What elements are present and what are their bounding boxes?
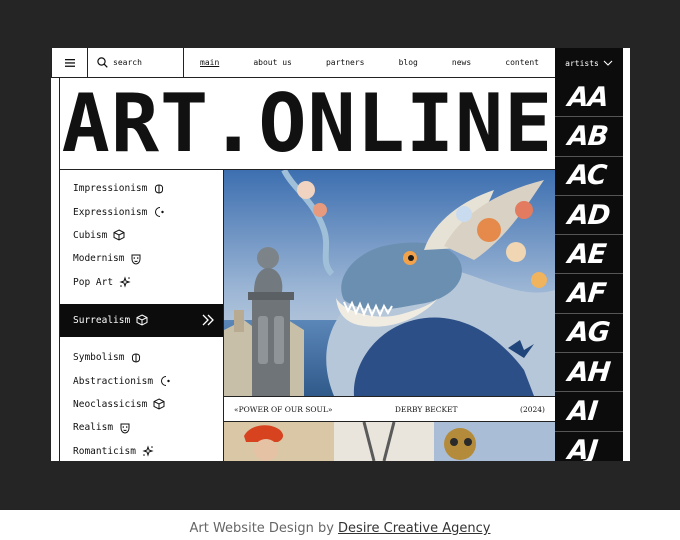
nav-partners[interactable]: partners	[326, 58, 365, 67]
style-item-symbolism[interactable]: Symbolism	[60, 346, 223, 369]
letter-label: AI	[566, 396, 599, 428]
style-item-surrealism[interactable]: Surrealism	[60, 303, 223, 337]
surreal-dragon-artwork	[224, 170, 555, 396]
chevron-down-icon	[603, 60, 613, 66]
letter-cell-ab[interactable]: AB	[555, 117, 623, 157]
search-placeholder[interactable]: search	[113, 58, 142, 67]
style-label-group: Surrealism	[73, 314, 148, 327]
style-label: Abstractionism	[73, 375, 154, 387]
credit-line: Art Website Design by Desire Creative Ag…	[0, 521, 680, 536]
style-label: Expressionism	[73, 206, 148, 218]
double-chevron-right-icon	[202, 314, 214, 326]
crescent-icon	[161, 376, 170, 387]
style-item-realism[interactable]: Realism	[60, 416, 223, 439]
style-item-cubism[interactable]: Cubism	[60, 224, 223, 247]
presentation-background: search main about us partners blog news …	[0, 0, 680, 510]
nav-blog[interactable]: blog	[399, 58, 418, 67]
nav-about-us[interactable]: about us	[253, 58, 292, 67]
style-label: Romanticism	[73, 445, 136, 457]
letter-label: AJ	[566, 435, 599, 461]
website-mockup: search main about us partners blog news …	[51, 48, 630, 461]
style-label: Impressionism	[73, 183, 148, 195]
styles-list: Impressionism Expressionism Cubism Moder…	[60, 177, 223, 461]
sparkle-icon	[119, 276, 131, 288]
main-nav: main about us partners blog news content	[184, 48, 555, 77]
credit-prefix: Art Website Design by	[189, 521, 334, 536]
hamburger-icon	[64, 58, 75, 67]
nav-news[interactable]: news	[452, 58, 471, 67]
cube-icon	[113, 229, 125, 242]
letter-cell-ae[interactable]: AE	[555, 235, 623, 275]
sparkle-icon	[142, 445, 154, 457]
artwork-artist: DERBY BECKET	[394, 404, 458, 414]
nav-content[interactable]: content	[505, 58, 539, 67]
letter-cell-aj[interactable]: AJ	[555, 432, 623, 461]
artwork-caption: «POWER OF OUR SOUL» DERBY BECKET (2024)	[224, 396, 555, 422]
menu-button[interactable]	[51, 48, 88, 77]
style-label: Symbolism	[73, 352, 125, 364]
letter-label: AD	[566, 199, 611, 231]
mask-icon	[131, 254, 141, 265]
style-item-modernism[interactable]: Modernism	[60, 247, 223, 270]
mask-icon	[120, 423, 130, 434]
letter-cell-ad[interactable]: AD	[555, 196, 623, 236]
artwork-title: «POWER OF OUR SOUL»	[234, 404, 333, 414]
agency-link[interactable]: Desire Creative Agency	[338, 521, 490, 536]
style-item-abstractionism[interactable]: Abstractionism	[60, 369, 223, 392]
brain-icon	[155, 184, 164, 194]
style-label: Neoclassicism	[73, 398, 148, 410]
secondary-artwork-image	[224, 422, 555, 461]
letter-label: AC	[566, 160, 608, 192]
letter-cell-aa[interactable]: AA	[555, 78, 623, 118]
artist-index: AA AB AC AD AE AF AG AH AI AJ	[555, 78, 623, 461]
style-item-romanticism[interactable]: Romanticism	[60, 440, 223, 461]
letter-label: AF	[566, 278, 607, 310]
search-field[interactable]: search	[88, 48, 184, 77]
cube-icon	[136, 314, 148, 327]
style-label: Realism	[73, 422, 114, 434]
style-label: Modernism	[73, 253, 125, 265]
style-item-impressionism[interactable]: Impressionism	[60, 177, 223, 200]
style-item-expressionism[interactable]: Expressionism	[60, 200, 223, 223]
letter-label: AE	[566, 238, 607, 270]
art-styles-sidebar: Impressionism Expressionism Cubism Moder…	[59, 170, 224, 461]
site-title: ART.ONLINE	[61, 76, 554, 170]
artwork-year: (2024)	[520, 404, 545, 414]
style-label: Pop Art	[73, 276, 114, 288]
letter-label: AA	[566, 81, 610, 113]
style-label: Cubism	[73, 229, 108, 241]
artists-label: artists	[565, 58, 599, 68]
brain-icon	[132, 353, 141, 363]
letter-label: AH	[566, 356, 612, 388]
letter-cell-ah[interactable]: AH	[555, 353, 623, 393]
letter-cell-ag[interactable]: AG	[555, 314, 623, 354]
letter-label: AG	[566, 317, 611, 349]
site-title-box: ART.ONLINE	[59, 78, 555, 170]
artists-dropdown[interactable]: artists	[555, 48, 623, 78]
style-label: Surrealism	[73, 314, 131, 326]
letter-cell-ac[interactable]: AC	[555, 157, 623, 196]
crescent-icon	[155, 207, 165, 218]
featured-artwork[interactable]	[224, 170, 555, 396]
style-item-pop-art[interactable]: Pop Art	[60, 271, 223, 294]
top-bar: search main about us partners blog news …	[51, 48, 555, 78]
letter-cell-af[interactable]: AF	[555, 274, 623, 314]
letter-label: AB	[566, 120, 610, 152]
secondary-artwork[interactable]	[224, 422, 555, 461]
cube-icon	[153, 398, 165, 410]
search-icon	[97, 57, 108, 68]
letter-cell-ai[interactable]: AI	[555, 392, 623, 432]
style-item-neoclassicism[interactable]: Neoclassicism	[60, 393, 223, 416]
nav-main[interactable]: main	[200, 58, 219, 67]
